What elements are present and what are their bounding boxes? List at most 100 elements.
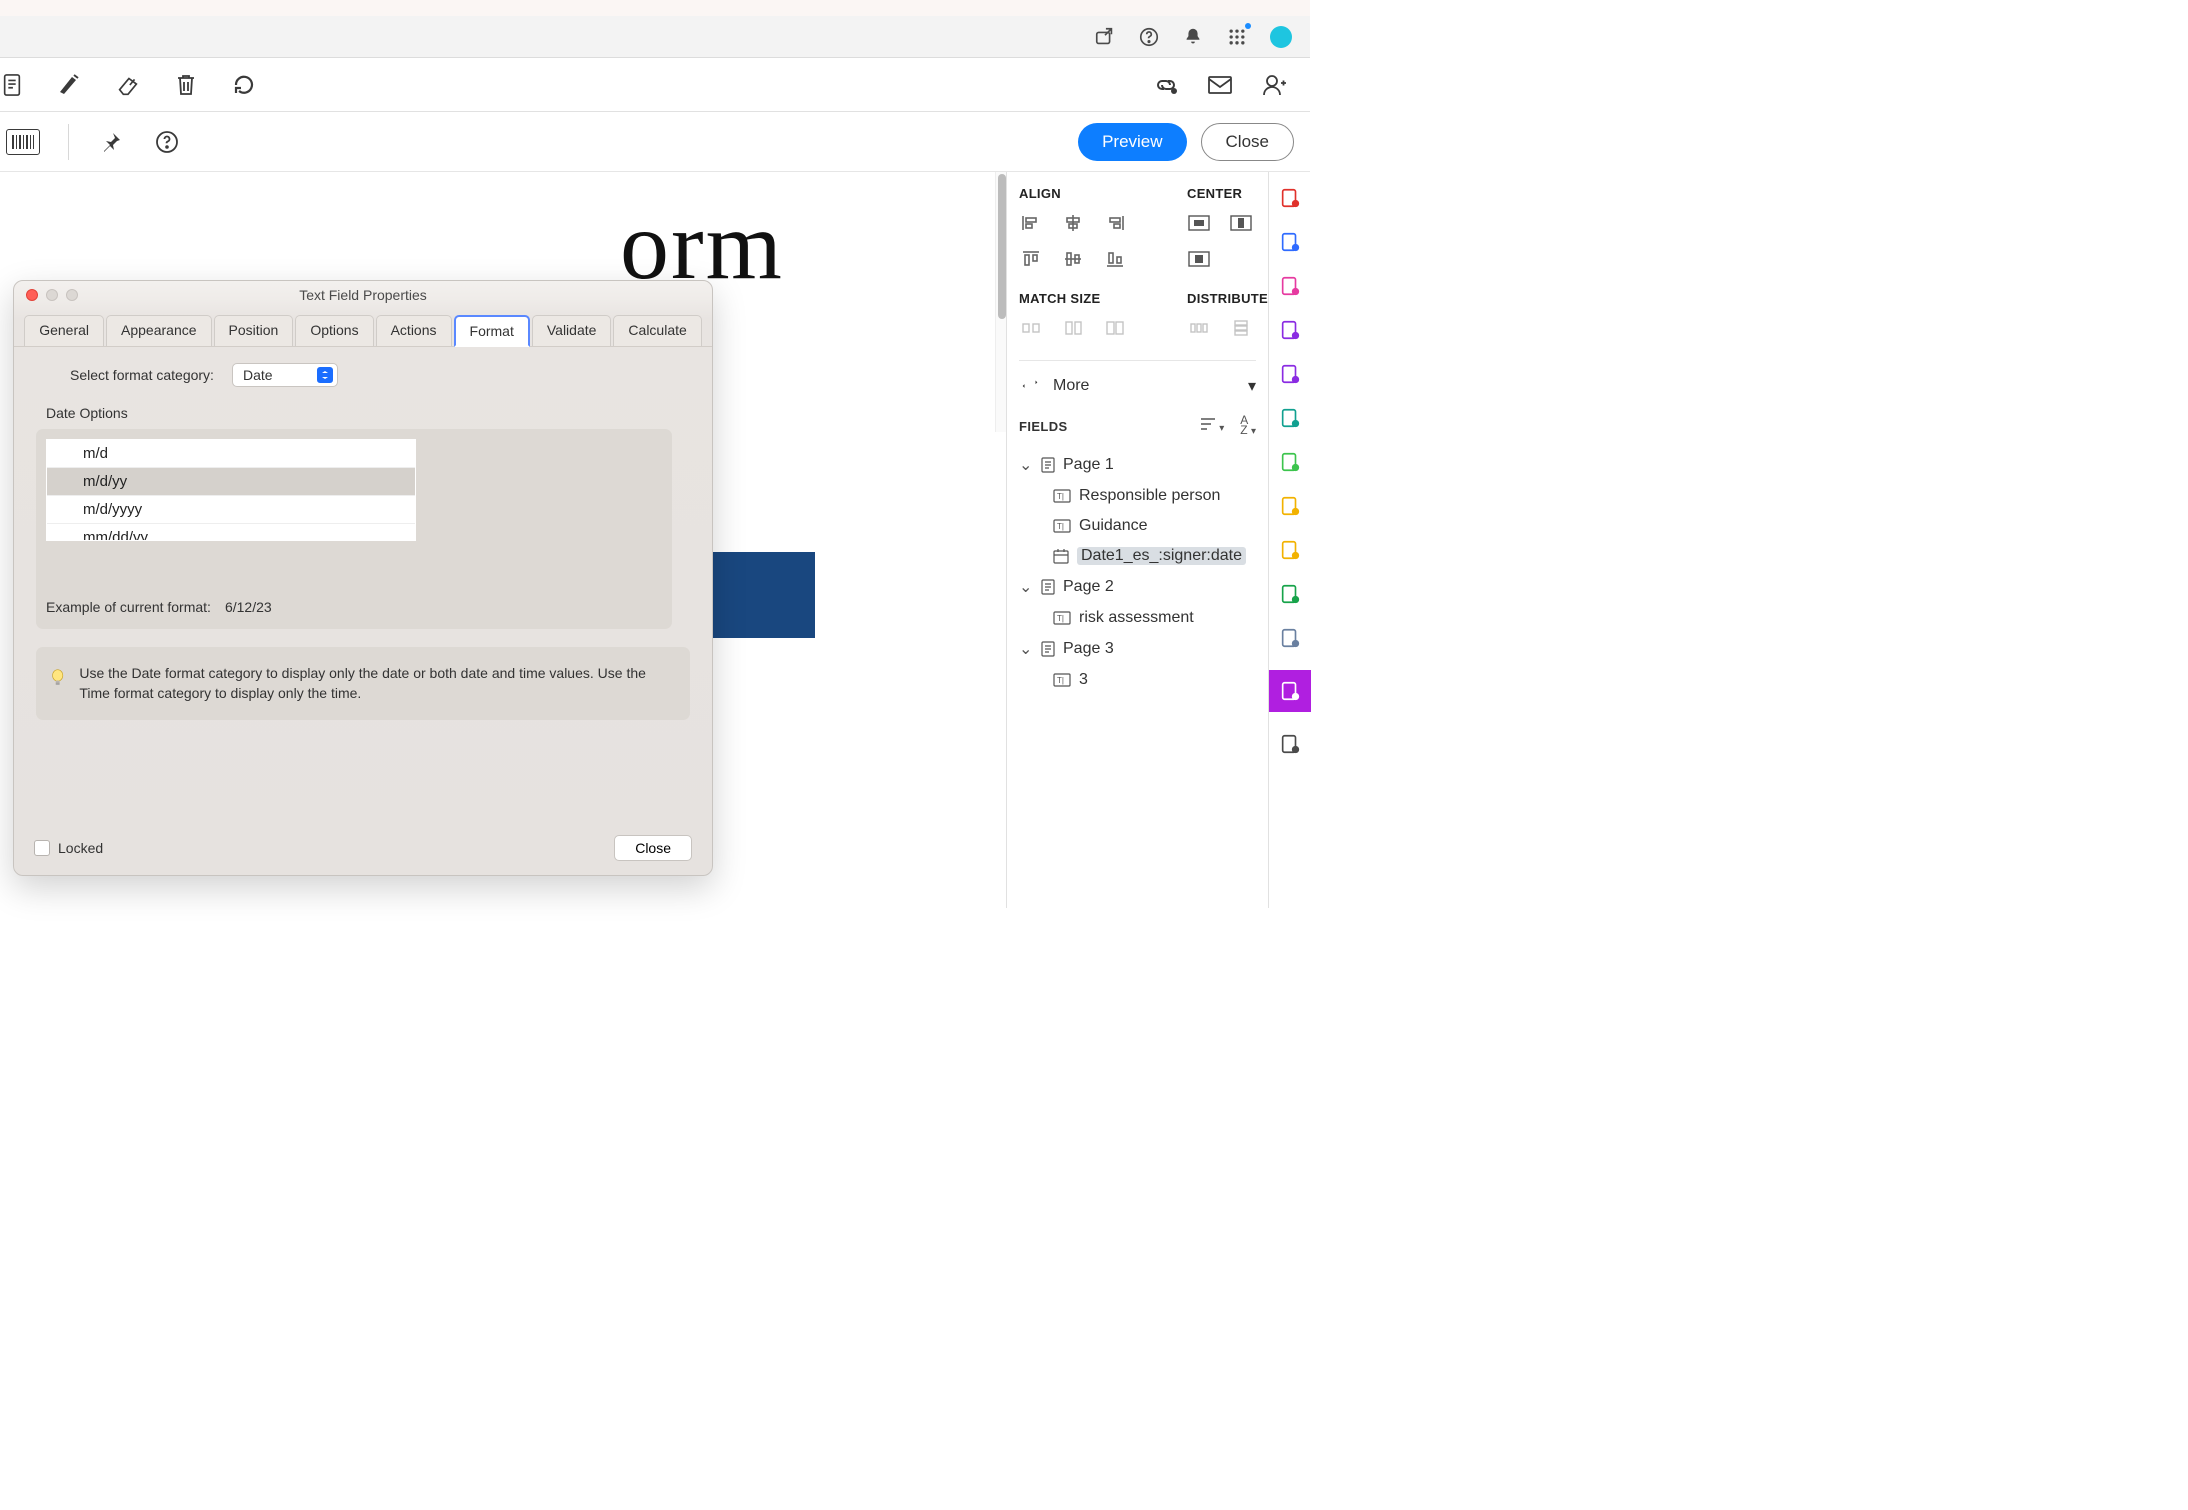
panel-heading-distribute: DISTRIBUTE	[1187, 291, 1268, 306]
fields-tree: ⌄Page 1T|Responsible personT|GuidanceDat…	[1019, 449, 1256, 695]
export-pdf-icon[interactable]	[1278, 230, 1302, 254]
align-center-v-icon[interactable]	[1061, 249, 1085, 269]
dialog-close-button[interactable]: Close	[614, 835, 692, 861]
tree-page[interactable]: ⌄Page 1	[1019, 449, 1256, 481]
panel-heading-align: ALIGN	[1019, 186, 1127, 201]
center-horizontal-icon[interactable]	[1187, 213, 1211, 233]
add-user-icon[interactable]	[1260, 71, 1288, 99]
window-zoom-icon	[66, 289, 78, 301]
locked-checkbox[interactable]	[34, 840, 50, 856]
align-left-icon[interactable]	[1019, 213, 1043, 233]
dialog-titlebar[interactable]: Text Field Properties	[14, 281, 712, 309]
match-height-icon	[1061, 318, 1085, 338]
distribute-v-icon	[1229, 318, 1253, 338]
panel-more[interactable]: More ▾	[1019, 375, 1256, 397]
scan-icon[interactable]	[1278, 582, 1302, 606]
tree-field[interactable]: T|risk assessment	[1019, 603, 1256, 633]
combine-icon[interactable]	[1278, 450, 1302, 474]
example-label: Example of current format:	[46, 599, 211, 615]
align-top-icon[interactable]	[1019, 249, 1043, 269]
pin-icon[interactable]	[97, 128, 125, 156]
tab-appearance[interactable]: Appearance	[106, 315, 212, 347]
tree-page[interactable]: ⌄Page 3	[1019, 633, 1256, 665]
date-options-list[interactable]: m/dm/d/yym/d/yyyymm/dd/yy	[46, 439, 416, 541]
close-button[interactable]: Close	[1201, 123, 1294, 161]
preview-button[interactable]: Preview	[1078, 123, 1186, 161]
protect-icon[interactable]	[1278, 626, 1302, 650]
align-right-icon[interactable]	[1103, 213, 1127, 233]
barcode-icon[interactable]	[6, 129, 40, 155]
tab-actions[interactable]: Actions	[376, 315, 452, 347]
avatar[interactable]	[1270, 26, 1292, 48]
dialog-title: Text Field Properties	[299, 287, 427, 303]
panel-heading-fields: FIELDS	[1019, 419, 1068, 434]
tree-field[interactable]: T|3	[1019, 665, 1256, 695]
help-circle-icon[interactable]	[153, 128, 181, 156]
prepare-form-icon[interactable]	[1269, 670, 1311, 712]
align-bottom-icon[interactable]	[1103, 249, 1127, 269]
share-arrow-icon[interactable]	[1094, 26, 1116, 48]
tree-page[interactable]: ⌄Page 2	[1019, 571, 1256, 603]
align-center-h-icon[interactable]	[1061, 213, 1085, 233]
edit-pdf-icon[interactable]	[1278, 274, 1302, 298]
dialog-footer: Locked Close	[14, 821, 712, 875]
apps-grid-icon[interactable]	[1226, 26, 1248, 48]
canvas-scrollbar[interactable]	[995, 172, 1006, 432]
date-option[interactable]: m/d/yy	[47, 468, 415, 496]
link-icon[interactable]	[1152, 71, 1180, 99]
fill-sign-icon[interactable]	[1278, 362, 1302, 386]
share-icon[interactable]	[1278, 494, 1302, 518]
date-option[interactable]: m/d/yyyy	[47, 496, 415, 524]
tab-position[interactable]: Position	[214, 315, 294, 347]
match-both-icon	[1103, 318, 1127, 338]
svg-text:T|: T|	[1057, 676, 1064, 685]
tab-general[interactable]: General	[24, 315, 104, 347]
tab-options[interactable]: Options	[295, 315, 373, 347]
tools-icon[interactable]	[1278, 732, 1302, 756]
bell-icon[interactable]	[1182, 26, 1204, 48]
center-vertical-icon[interactable]	[1229, 213, 1253, 233]
chevron-down-icon: ▾	[1248, 376, 1256, 396]
tab-validate[interactable]: Validate	[532, 315, 612, 347]
locked-label: Locked	[58, 840, 103, 856]
right-rail	[1268, 172, 1310, 908]
trash-icon[interactable]	[172, 71, 200, 99]
toolbar-secondary	[0, 58, 1310, 112]
mail-icon[interactable]	[1206, 71, 1234, 99]
example-value: 6/12/23	[225, 599, 272, 615]
window-close-icon[interactable]	[26, 289, 38, 301]
app-topbar	[0, 16, 1310, 58]
toolbar-form: Preview Close	[0, 112, 1310, 172]
help-circle-icon[interactable]	[1138, 26, 1160, 48]
tree-field[interactable]: T|Guidance	[1019, 511, 1256, 541]
svg-text:T|: T|	[1057, 522, 1064, 531]
panel-heading-match-size: MATCH SIZE	[1019, 291, 1127, 306]
lightbulb-icon	[50, 663, 65, 693]
center-both-icon[interactable]	[1187, 249, 1211, 269]
eraser-icon[interactable]	[114, 71, 142, 99]
request-esign-icon[interactable]	[1278, 318, 1302, 342]
window-minimize-icon	[46, 289, 58, 301]
doc-icon[interactable]	[0, 71, 26, 99]
sort-lines-icon[interactable]: ▾	[1199, 417, 1224, 436]
hint-text: Use the Date format category to display …	[79, 663, 674, 704]
tab-calculate[interactable]: Calculate	[613, 315, 701, 347]
refresh-icon[interactable]	[230, 71, 258, 99]
format-category-select[interactable]: Date	[232, 363, 338, 387]
comment-icon[interactable]	[1278, 538, 1302, 562]
right-panel: ALIGN CENTER	[1006, 172, 1268, 908]
organize-icon[interactable]	[1278, 406, 1302, 430]
sort-az-icon[interactable]: AZ ▾	[1240, 415, 1256, 437]
scroll-thumb[interactable]	[998, 174, 1006, 319]
text-field-properties-dialog: Text Field Properties GeneralAppearanceP…	[13, 280, 713, 876]
highlighter-icon[interactable]	[56, 71, 84, 99]
tab-format[interactable]: Format	[454, 315, 530, 347]
doc-field-box[interactable]	[711, 552, 815, 638]
tree-field[interactable]: T|Responsible person	[1019, 481, 1256, 511]
tools-icon	[1019, 375, 1041, 397]
panel-heading-center: CENTER	[1187, 186, 1253, 201]
create-pdf-icon[interactable]	[1278, 186, 1302, 210]
date-option[interactable]: m/d	[47, 440, 415, 468]
date-option[interactable]: mm/dd/yy	[47, 524, 415, 541]
tree-field[interactable]: Date1_es_:signer:date	[1019, 541, 1256, 571]
